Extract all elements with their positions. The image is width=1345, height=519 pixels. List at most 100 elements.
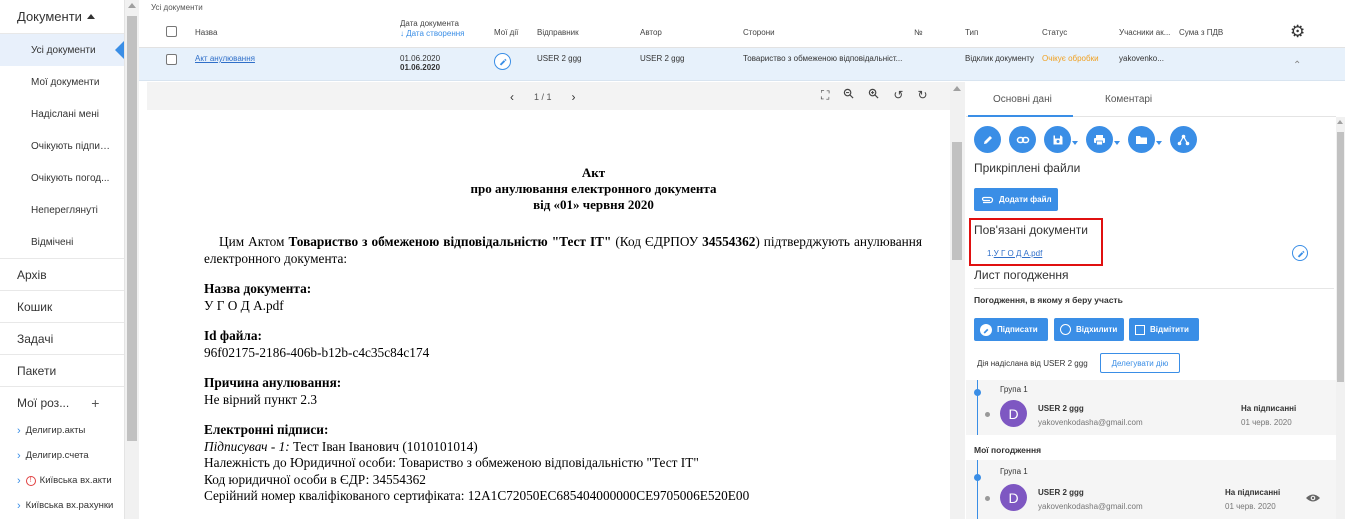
folder-dropdown[interactable]: [1128, 126, 1162, 153]
link-button[interactable]: [1009, 126, 1036, 153]
panel-scrollbar[interactable]: [1336, 117, 1345, 519]
scrollbar-thumb[interactable]: [952, 142, 962, 260]
sidebar-item-tasks[interactable]: Задачі: [0, 322, 124, 354]
sidebar-scrollbar[interactable]: [125, 0, 139, 519]
related-doc-prefix: 1.: [987, 249, 994, 258]
delegate-button[interactable]: Делегувати дію: [1100, 353, 1180, 373]
table-settings-gear-icon[interactable]: ⚙: [1290, 22, 1305, 42]
prev-page-icon[interactable]: ‹: [510, 90, 514, 104]
timeline-line: [977, 460, 978, 519]
sidebar-item-marked[interactable]: Відмічені: [0, 226, 124, 258]
add-folder-icon[interactable]: +: [91, 395, 99, 411]
sign-label: Підписати: [997, 325, 1038, 334]
edit-button[interactable]: [974, 126, 1001, 153]
column-header-parties[interactable]: Сторони: [743, 28, 775, 37]
page-navigation: ‹ 1 / 1 ›: [510, 90, 576, 104]
add-file-button[interactable]: Додати файл: [974, 188, 1058, 211]
move-to-folder-button[interactable]: [1128, 126, 1155, 153]
print-button[interactable]: [1086, 126, 1113, 153]
approver-name: USER 2 ggg: [1038, 488, 1084, 497]
column-header-doc-date[interactable]: Дата документа ↓ Дата створення: [400, 19, 465, 38]
column-header-participants[interactable]: Учасники ак...: [1119, 28, 1170, 37]
title-line: про анулювання електронного документа: [470, 181, 717, 196]
sidebar-item-packages[interactable]: Пакети: [0, 354, 124, 386]
row-created-date: 01.06.2020: [400, 63, 441, 72]
sidebar-item-sent-to-me[interactable]: Надіслані мені: [0, 98, 124, 130]
belongs-line: Належність до Юридичної особи: Товариств…: [204, 455, 699, 470]
sidebar-item-label: Мої документи: [31, 76, 100, 88]
rotate-left-icon[interactable]: ↺: [893, 88, 903, 103]
save-dropdown[interactable]: [1044, 126, 1078, 153]
reject-button[interactable]: Відхилити: [1054, 318, 1124, 341]
row-sender: USER 2 ggg: [537, 54, 582, 63]
collapse-chevron-up-icon[interactable]: ⌃: [1293, 60, 1301, 71]
print-dropdown[interactable]: [1086, 126, 1120, 153]
sidebar-item-my-folders[interactable]: Мої роз... +: [0, 386, 124, 418]
scrollbar-thumb[interactable]: [127, 16, 137, 441]
related-document-link[interactable]: У Г О Д А.pdf: [994, 249, 1043, 258]
folder-item[interactable]: › Делигир.акты: [0, 418, 124, 443]
dropdown-caret-icon: [1072, 140, 1078, 145]
eye-icon[interactable]: [1305, 490, 1321, 508]
sidebar-item-trash[interactable]: Кошик: [0, 290, 124, 322]
folder-label: Делигир.счета: [25, 450, 89, 461]
zoom-in-icon[interactable]: [868, 88, 879, 103]
scroll-up-icon[interactable]: [128, 3, 136, 8]
sidebar-item-all-documents[interactable]: Усі документи: [0, 34, 124, 66]
row-parties: Товариство з обмеженою відповідальніст..…: [743, 54, 903, 63]
scroll-up-icon[interactable]: [1337, 120, 1343, 124]
row-checkbox[interactable]: [166, 54, 177, 65]
warning-icon: !: [25, 475, 36, 486]
sign-button[interactable]: Підписати: [974, 318, 1048, 341]
my-action-sign-icon[interactable]: [494, 53, 511, 70]
related-document-item[interactable]: 1.У Г О Д А.pdf: [987, 249, 1042, 258]
viewer-scrollbar[interactable]: [950, 82, 965, 519]
block-icon: [1060, 324, 1071, 335]
attached-files-title: Прикріплені файли: [974, 161, 1081, 175]
column-header-name[interactable]: Назва: [195, 28, 217, 37]
folder-item[interactable]: ›! Київська вх.акти: [0, 468, 124, 493]
chevron-right-icon: ›: [17, 474, 21, 487]
next-page-icon[interactable]: ›: [572, 90, 576, 104]
folder-item[interactable]: › Київська вх.рахунки: [0, 493, 124, 518]
details-tabs: Основні дані Коментарі: [966, 82, 1336, 117]
folder-label: Київська вх.акти: [39, 475, 112, 486]
fullscreen-icon[interactable]: ⛶: [821, 88, 829, 103]
select-all-checkbox[interactable]: [166, 26, 177, 37]
column-header-type[interactable]: Тип: [965, 28, 978, 37]
row-document-link[interactable]: Акт анулювання: [195, 54, 255, 63]
table-row[interactable]: Акт анулювання 01.06.2020 01.06.2020 USE…: [139, 48, 1345, 81]
sidebar-item-archive[interactable]: Архів: [0, 258, 124, 290]
sidebar-item-awaiting-signature[interactable]: Очікують підпис...: [0, 130, 124, 162]
status-dot: [985, 496, 990, 501]
rotate-right-icon[interactable]: ↻: [917, 88, 927, 103]
created-date-sort-link[interactable]: ↓ Дата створення: [400, 29, 465, 38]
sidebar-item-my-documents[interactable]: Мої документи: [0, 66, 124, 98]
sidebar-item-label: Непереглянуті: [31, 204, 98, 216]
folder-item[interactable]: › Делигир.счета: [0, 443, 124, 468]
zoom-out-icon[interactable]: [843, 88, 854, 103]
sidebar-item-awaiting-approval[interactable]: Очікують погод...: [0, 162, 124, 194]
scrollbar-thumb[interactable]: [1337, 132, 1344, 382]
column-header-vat-sum[interactable]: Сума з ПДВ: [1179, 28, 1223, 37]
tab-main-data[interactable]: Основні дані: [993, 94, 1052, 105]
column-header-status[interactable]: Статус: [1042, 28, 1067, 37]
column-header-sender[interactable]: Відправник: [537, 28, 579, 37]
title-line: Акт: [581, 165, 606, 180]
approver-date: 01 черв. 2020: [1241, 418, 1292, 427]
route-button[interactable]: [1170, 126, 1197, 153]
column-header-number[interactable]: №: [914, 28, 923, 37]
viewer-toolbar: ‹ 1 / 1 › ⛶ ↺ ↻: [147, 82, 965, 110]
column-header-author[interactable]: Автор: [640, 28, 662, 37]
sidebar-item-unviewed[interactable]: Непереглянуті: [0, 194, 124, 226]
scroll-up-icon[interactable]: [953, 86, 961, 91]
document-body: Цим Актом Товариство з обмеженою відпові…: [204, 234, 922, 505]
tab-comments[interactable]: Коментарі: [1105, 94, 1152, 105]
mark-button[interactable]: Відмітити: [1129, 318, 1199, 341]
my-participation-title: Погодження, в якому я беру участь: [974, 295, 1123, 305]
sidebar-documents-header[interactable]: Документи: [0, 0, 124, 34]
save-button[interactable]: [1044, 126, 1071, 153]
related-doc-sign-icon[interactable]: [1292, 245, 1308, 261]
column-header-my-actions[interactable]: Мої дії: [494, 28, 518, 37]
document-viewer: ‹ 1 / 1 › ⛶ ↺ ↻ Акт про анулювання елект…: [147, 82, 965, 519]
